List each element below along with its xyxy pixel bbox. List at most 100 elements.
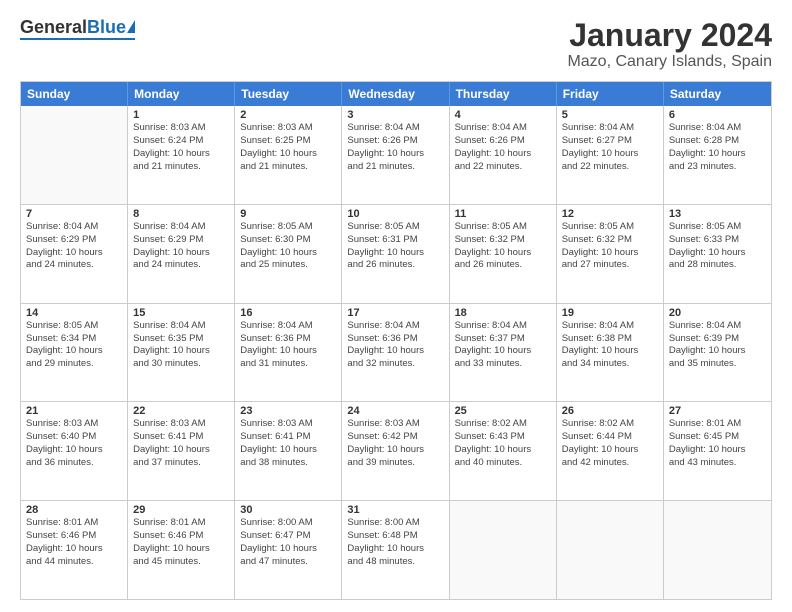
calendar-day-cell: 22Sunrise: 8:03 AMSunset: 6:41 PMDayligh… — [128, 402, 235, 500]
calendar-day-cell — [664, 501, 771, 599]
calendar-day-cell: 26Sunrise: 8:02 AMSunset: 6:44 PMDayligh… — [557, 402, 664, 500]
day-info: Sunrise: 8:03 AMSunset: 6:25 PMDaylight:… — [240, 122, 336, 173]
calendar-day-cell: 23Sunrise: 8:03 AMSunset: 6:41 PMDayligh… — [235, 402, 342, 500]
calendar-day-cell: 5Sunrise: 8:04 AMSunset: 6:27 PMDaylight… — [557, 106, 664, 204]
day-number: 30 — [240, 504, 336, 516]
day-info: Sunrise: 8:05 AMSunset: 6:32 PMDaylight:… — [455, 221, 551, 272]
calendar-day-header: Wednesday — [342, 82, 449, 106]
calendar-week-row: 1Sunrise: 8:03 AMSunset: 6:24 PMDaylight… — [21, 106, 771, 205]
calendar-day-cell: 11Sunrise: 8:05 AMSunset: 6:32 PMDayligh… — [450, 205, 557, 303]
day-number: 7 — [26, 208, 122, 220]
day-number: 13 — [669, 208, 766, 220]
day-number: 17 — [347, 307, 443, 319]
calendar-week-row: 21Sunrise: 8:03 AMSunset: 6:40 PMDayligh… — [21, 402, 771, 501]
calendar-day-cell: 10Sunrise: 8:05 AMSunset: 6:31 PMDayligh… — [342, 205, 449, 303]
logo-blue-text: Blue — [87, 18, 126, 36]
calendar-day-cell: 18Sunrise: 8:04 AMSunset: 6:37 PMDayligh… — [450, 304, 557, 402]
calendar-day-cell: 9Sunrise: 8:05 AMSunset: 6:30 PMDaylight… — [235, 205, 342, 303]
day-number: 22 — [133, 405, 229, 417]
day-number: 28 — [26, 504, 122, 516]
day-number: 16 — [240, 307, 336, 319]
calendar-day-cell: 16Sunrise: 8:04 AMSunset: 6:36 PMDayligh… — [235, 304, 342, 402]
calendar-day-cell: 4Sunrise: 8:04 AMSunset: 6:26 PMDaylight… — [450, 106, 557, 204]
day-number: 25 — [455, 405, 551, 417]
day-info: Sunrise: 8:04 AMSunset: 6:26 PMDaylight:… — [347, 122, 443, 173]
calendar-day-cell: 24Sunrise: 8:03 AMSunset: 6:42 PMDayligh… — [342, 402, 449, 500]
day-number: 2 — [240, 109, 336, 121]
calendar-day-cell: 3Sunrise: 8:04 AMSunset: 6:26 PMDaylight… — [342, 106, 449, 204]
calendar-day-cell: 7Sunrise: 8:04 AMSunset: 6:29 PMDaylight… — [21, 205, 128, 303]
calendar-day-cell: 31Sunrise: 8:00 AMSunset: 6:48 PMDayligh… — [342, 501, 449, 599]
calendar-header: SundayMondayTuesdayWednesdayThursdayFrid… — [21, 82, 771, 106]
day-info: Sunrise: 8:03 AMSunset: 6:24 PMDaylight:… — [133, 122, 229, 173]
day-info: Sunrise: 8:04 AMSunset: 6:29 PMDaylight:… — [26, 221, 122, 272]
day-number: 23 — [240, 405, 336, 417]
calendar-day-cell: 14Sunrise: 8:05 AMSunset: 6:34 PMDayligh… — [21, 304, 128, 402]
day-info: Sunrise: 8:02 AMSunset: 6:43 PMDaylight:… — [455, 418, 551, 469]
calendar-day-cell: 27Sunrise: 8:01 AMSunset: 6:45 PMDayligh… — [664, 402, 771, 500]
day-info: Sunrise: 8:01 AMSunset: 6:46 PMDaylight:… — [133, 517, 229, 568]
day-number: 15 — [133, 307, 229, 319]
calendar-day-cell: 6Sunrise: 8:04 AMSunset: 6:28 PMDaylight… — [664, 106, 771, 204]
day-info: Sunrise: 8:04 AMSunset: 6:39 PMDaylight:… — [669, 320, 766, 371]
day-info: Sunrise: 8:03 AMSunset: 6:41 PMDaylight:… — [240, 418, 336, 469]
day-info: Sunrise: 8:03 AMSunset: 6:41 PMDaylight:… — [133, 418, 229, 469]
calendar-day-header: Saturday — [664, 82, 771, 106]
day-number: 4 — [455, 109, 551, 121]
day-info: Sunrise: 8:04 AMSunset: 6:35 PMDaylight:… — [133, 320, 229, 371]
day-number: 11 — [455, 208, 551, 220]
day-info: Sunrise: 8:04 AMSunset: 6:28 PMDaylight:… — [669, 122, 766, 173]
day-info: Sunrise: 8:01 AMSunset: 6:45 PMDaylight:… — [669, 418, 766, 469]
day-number: 27 — [669, 405, 766, 417]
day-number: 9 — [240, 208, 336, 220]
calendar-week-row: 14Sunrise: 8:05 AMSunset: 6:34 PMDayligh… — [21, 304, 771, 403]
calendar: SundayMondayTuesdayWednesdayThursdayFrid… — [20, 81, 772, 600]
day-info: Sunrise: 8:04 AMSunset: 6:37 PMDaylight:… — [455, 320, 551, 371]
day-number: 21 — [26, 405, 122, 417]
day-number: 14 — [26, 307, 122, 319]
day-number: 3 — [347, 109, 443, 121]
calendar-day-cell: 19Sunrise: 8:04 AMSunset: 6:38 PMDayligh… — [557, 304, 664, 402]
day-info: Sunrise: 8:02 AMSunset: 6:44 PMDaylight:… — [562, 418, 658, 469]
day-number: 29 — [133, 504, 229, 516]
day-info: Sunrise: 8:05 AMSunset: 6:30 PMDaylight:… — [240, 221, 336, 272]
calendar-week-row: 28Sunrise: 8:01 AMSunset: 6:46 PMDayligh… — [21, 501, 771, 599]
day-number: 5 — [562, 109, 658, 121]
day-info: Sunrise: 8:04 AMSunset: 6:29 PMDaylight:… — [133, 221, 229, 272]
day-number: 19 — [562, 307, 658, 319]
day-info: Sunrise: 8:05 AMSunset: 6:31 PMDaylight:… — [347, 221, 443, 272]
calendar-day-cell — [557, 501, 664, 599]
day-info: Sunrise: 8:01 AMSunset: 6:46 PMDaylight:… — [26, 517, 122, 568]
calendar-day-cell: 8Sunrise: 8:04 AMSunset: 6:29 PMDaylight… — [128, 205, 235, 303]
calendar-day-cell: 12Sunrise: 8:05 AMSunset: 6:32 PMDayligh… — [557, 205, 664, 303]
day-number: 26 — [562, 405, 658, 417]
logo-underline — [20, 38, 135, 40]
calendar-day-cell: 20Sunrise: 8:04 AMSunset: 6:39 PMDayligh… — [664, 304, 771, 402]
calendar-week-row: 7Sunrise: 8:04 AMSunset: 6:29 PMDaylight… — [21, 205, 771, 304]
day-number: 18 — [455, 307, 551, 319]
title-area: January 2024 Mazo, Canary Islands, Spain — [567, 18, 772, 71]
day-number: 24 — [347, 405, 443, 417]
calendar-day-cell: 28Sunrise: 8:01 AMSunset: 6:46 PMDayligh… — [21, 501, 128, 599]
day-number: 1 — [133, 109, 229, 121]
logo: GeneralBlue — [20, 18, 135, 40]
calendar-day-cell — [21, 106, 128, 204]
calendar-day-cell — [450, 501, 557, 599]
day-info: Sunrise: 8:03 AMSunset: 6:40 PMDaylight:… — [26, 418, 122, 469]
logo-general-text: General — [20, 18, 87, 36]
day-info: Sunrise: 8:05 AMSunset: 6:32 PMDaylight:… — [562, 221, 658, 272]
calendar-day-cell: 29Sunrise: 8:01 AMSunset: 6:46 PMDayligh… — [128, 501, 235, 599]
calendar-day-cell: 30Sunrise: 8:00 AMSunset: 6:47 PMDayligh… — [235, 501, 342, 599]
calendar-day-cell: 13Sunrise: 8:05 AMSunset: 6:33 PMDayligh… — [664, 205, 771, 303]
day-number: 10 — [347, 208, 443, 220]
calendar-day-cell: 2Sunrise: 8:03 AMSunset: 6:25 PMDaylight… — [235, 106, 342, 204]
calendar-day-cell: 17Sunrise: 8:04 AMSunset: 6:36 PMDayligh… — [342, 304, 449, 402]
day-info: Sunrise: 8:04 AMSunset: 6:36 PMDaylight:… — [240, 320, 336, 371]
header: GeneralBlue January 2024 Mazo, Canary Is… — [20, 18, 772, 71]
calendar-subtitle: Mazo, Canary Islands, Spain — [567, 53, 772, 71]
day-number: 8 — [133, 208, 229, 220]
day-info: Sunrise: 8:04 AMSunset: 6:27 PMDaylight:… — [562, 122, 658, 173]
day-number: 6 — [669, 109, 766, 121]
day-info: Sunrise: 8:04 AMSunset: 6:36 PMDaylight:… — [347, 320, 443, 371]
day-info: Sunrise: 8:04 AMSunset: 6:26 PMDaylight:… — [455, 122, 551, 173]
